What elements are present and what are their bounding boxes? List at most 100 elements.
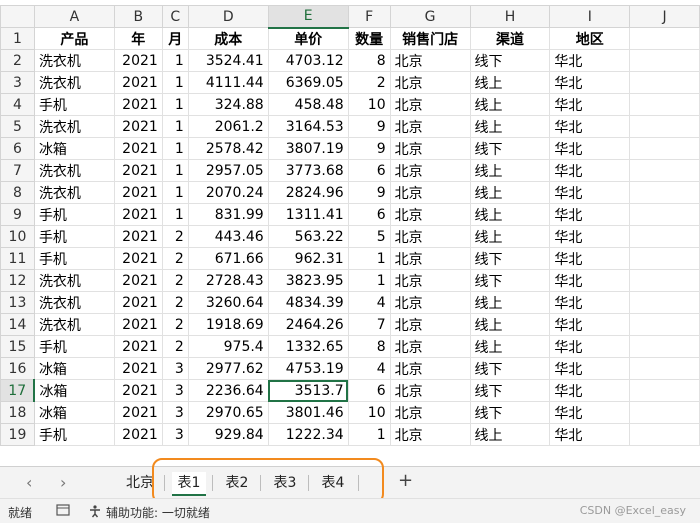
cell[interactable]: 线下 [469,379,551,402]
cell[interactable]: 2021 [113,115,163,138]
cell[interactable]: 2977.62 [187,357,269,380]
cell[interactable]: 洗衣机 [33,313,115,336]
cell[interactable]: 手机 [33,335,115,358]
empty-cell[interactable] [629,49,700,72]
header-cell[interactable]: 数量 [347,27,391,50]
cell[interactable]: 北京 [389,401,471,424]
cell[interactable]: 2 [161,335,189,358]
row-header[interactable]: 1 [0,27,35,50]
row-header[interactable]: 17 [0,379,36,402]
cell[interactable]: 华北 [549,335,631,358]
cell[interactable]: 线下 [469,357,551,380]
cell[interactable]: 2021 [113,291,163,314]
cell[interactable]: 4 [347,357,391,380]
cell[interactable]: 线下 [469,247,551,270]
cell[interactable]: 手机 [33,423,115,446]
cell[interactable]: 冰箱 [33,357,115,380]
cell[interactable]: 北京 [389,379,471,402]
row-header[interactable]: 9 [0,203,35,226]
row-header[interactable]: 12 [0,269,35,292]
cell[interactable]: 北京 [389,335,471,358]
cell[interactable]: 北京 [389,71,471,94]
cell[interactable]: 北京 [389,49,471,72]
cell[interactable]: 4703.12 [267,49,349,72]
cell[interactable]: 线下 [469,137,551,160]
cell[interactable]: 北京 [389,291,471,314]
row-header[interactable]: 4 [0,93,35,116]
header-cell[interactable]: 成本 [187,27,269,50]
cell[interactable]: 北京 [389,269,471,292]
cell[interactable]: 1 [161,203,189,226]
next-sheet-icon[interactable]: › [60,473,66,492]
cell[interactable]: 华北 [549,225,631,248]
cell[interactable]: 北京 [389,159,471,182]
header-cell[interactable]: 月 [161,27,189,50]
cell[interactable]: 2021 [113,225,163,248]
cell[interactable]: 671.66 [187,247,269,270]
cell[interactable]: 4 [347,291,391,314]
cell[interactable]: 1 [347,423,391,446]
cell[interactable]: 2824.96 [267,181,349,204]
cell[interactable]: 洗衣机 [33,269,115,292]
cell[interactable]: 华北 [549,269,631,292]
cell[interactable]: 洗衣机 [33,159,115,182]
cell[interactable]: 北京 [389,423,471,446]
cell[interactable]: 1 [161,49,189,72]
cell[interactable]: 线上 [469,71,551,94]
cell[interactable]: 北京 [389,115,471,138]
cell[interactable]: 华北 [549,49,631,72]
cell[interactable]: 3773.68 [267,159,349,182]
cell[interactable]: 华北 [549,291,631,314]
header-cell[interactable]: 销售门店 [389,27,471,50]
cell[interactable]: 2061.2 [187,115,269,138]
accessibility-icon[interactable] [88,504,102,521]
cell[interactable]: 洗衣机 [33,115,115,138]
cell[interactable]: 手机 [33,247,115,270]
cell[interactable]: 北京 [389,313,471,336]
cell[interactable]: 2464.26 [267,313,349,336]
cell[interactable]: 1918.69 [187,313,269,336]
cell[interactable]: 8 [347,49,391,72]
cell[interactable]: 5 [347,225,391,248]
cell[interactable]: 6 [347,203,391,226]
cell[interactable]: 1 [161,93,189,116]
cell[interactable]: 1311.41 [267,203,349,226]
cell[interactable]: 2236.64 [187,379,269,402]
row-header[interactable]: 13 [0,291,35,314]
cell[interactable]: 线上 [469,203,551,226]
row-header[interactable]: 3 [0,71,35,94]
empty-cell[interactable] [629,203,700,226]
cell[interactable]: 3823.95 [267,269,349,292]
row-header[interactable]: 16 [0,357,35,380]
empty-cell[interactable] [629,401,700,424]
cell[interactable]: 华北 [549,313,631,336]
cell[interactable]: 华北 [549,203,631,226]
column-header[interactable]: C [161,5,189,28]
cell[interactable]: 1 [347,247,391,270]
cell[interactable]: 9 [347,115,391,138]
row-header[interactable]: 2 [0,49,35,72]
cell[interactable]: 2070.24 [187,181,269,204]
cell[interactable]: 6 [347,159,391,182]
cell[interactable]: 华北 [549,423,631,446]
cell[interactable]: 2 [161,269,189,292]
cell[interactable]: 324.88 [187,93,269,116]
empty-cell[interactable] [629,291,700,314]
cell[interactable]: 2021 [113,313,163,336]
cell[interactable]: 线上 [469,291,551,314]
cell[interactable]: 华北 [549,401,631,424]
cell[interactable]: 1332.65 [267,335,349,358]
cell[interactable]: 3524.41 [187,49,269,72]
cell[interactable]: 2021 [113,401,163,424]
cell[interactable]: 3 [161,357,189,380]
cell[interactable]: 线上 [469,93,551,116]
cell[interactable]: 2021 [113,357,163,380]
cell[interactable]: 线上 [469,159,551,182]
accessibility-status[interactable]: 辅助功能: 一切就绪 [106,504,210,521]
column-header[interactable]: J [629,5,700,28]
cell[interactable]: 洗衣机 [33,181,115,204]
cell[interactable]: 线下 [469,401,551,424]
cell[interactable]: 洗衣机 [33,49,115,72]
cell[interactable]: 洗衣机 [33,291,115,314]
row-header[interactable]: 11 [0,247,35,270]
